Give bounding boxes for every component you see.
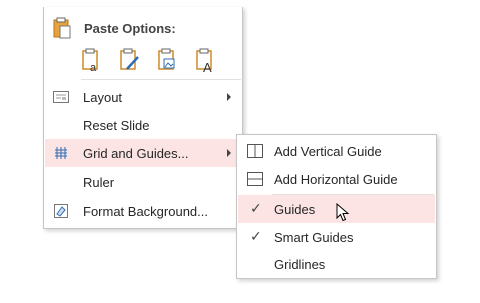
checkmark-icon: ✓ (250, 200, 262, 216)
menu-item-label: Format Background... (83, 204, 208, 219)
context-menu: Paste Options: a A Layout Reset Slide Gr… (43, 7, 243, 229)
menu-item-format-background[interactable]: Format Background... (45, 197, 241, 225)
submenu-arrow-icon (227, 93, 231, 101)
format-background-icon (53, 203, 69, 219)
menu-item-label: Ruler (83, 175, 115, 190)
mouse-pointer-icon (336, 202, 350, 223)
horizontal-guide-icon (247, 171, 263, 187)
submenu-item-gridlines[interactable]: Gridlines (238, 250, 435, 278)
submenu-item-label: Gridlines (274, 257, 326, 272)
submenu-item-smart-guides[interactable]: ✓ Smart Guides (238, 223, 435, 251)
vertical-guide-icon (247, 143, 263, 159)
submenu-item-label: Smart Guides (274, 230, 354, 245)
menu-item-grid-and-guides[interactable]: Grid and Guides... (45, 139, 241, 167)
submenu-item-add-horizontal-guide[interactable]: Add Horizontal Guide (238, 165, 435, 193)
paste-options-label: Paste Options: (84, 21, 176, 36)
menu-divider (81, 79, 241, 80)
submenu-item-label: Add Vertical Guide (274, 144, 382, 159)
menu-item-ruler[interactable]: Ruler (45, 168, 241, 196)
svg-text:A: A (203, 60, 212, 75)
menu-item-reset-slide[interactable]: Reset Slide (45, 111, 241, 139)
submenu-item-label: Guides (274, 202, 316, 217)
paste-keep-formatting-icon[interactable]: a (80, 47, 104, 75)
submenu-item-label: Add Horizontal Guide (274, 172, 398, 187)
svg-text:a: a (90, 62, 97, 74)
layout-icon (53, 89, 69, 105)
submenu-arrow-icon (227, 149, 231, 157)
menu-item-layout[interactable]: Layout (45, 83, 241, 111)
paste-text-only-icon[interactable]: A (194, 47, 218, 75)
submenu-item-add-vertical-guide[interactable]: Add Vertical Guide (238, 137, 435, 165)
menu-item-label: Layout (83, 90, 123, 105)
paste-options-header: Paste Options: (44, 17, 242, 39)
clipboard-icon (53, 17, 71, 39)
grid-icon (53, 145, 69, 161)
menu-item-label: Grid and Guides... (83, 146, 189, 161)
checkmark-icon: ✓ (250, 228, 262, 244)
menu-item-label: Reset Slide (83, 118, 150, 133)
paste-use-theme-icon[interactable] (118, 47, 142, 75)
paste-picture-icon[interactable] (156, 47, 180, 75)
